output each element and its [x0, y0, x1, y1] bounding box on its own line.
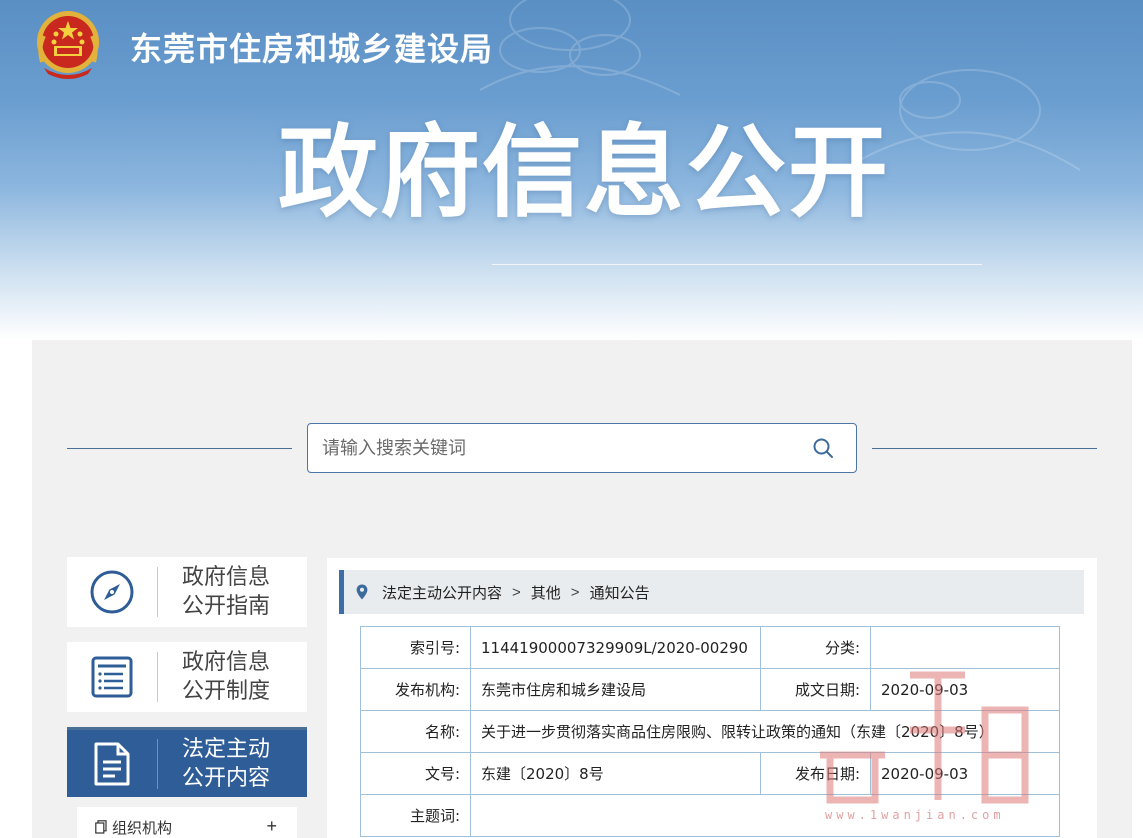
date-written-label: 成文日期: [760, 668, 871, 711]
expand-icon[interactable]: + [266, 816, 277, 837]
compass-icon [90, 570, 134, 614]
title-divider [492, 264, 982, 265]
name-value: 关于进一步贯彻落实商品住房限购、限转让政策的通知（东建〔2020〕8号） [470, 710, 1060, 753]
search-input[interactable] [322, 424, 792, 472]
table-row: 文号: 东建〔2020〕8号 发布日期: 2020-09-03 [360, 752, 1060, 795]
nav-statutory-disclosure[interactable]: 法定主动 公开内容 [67, 727, 307, 797]
table-row: 索引号: 11441900007329909L/2020-00290 分类: [360, 626, 1060, 669]
nav-label-line2: 公开制度 [182, 679, 271, 704]
search-box [307, 423, 857, 473]
breadcrumb-item[interactable]: 其他 [531, 582, 561, 603]
subnav-label: 组织机构 [112, 818, 173, 837]
nav-label-line1: 政府信息 [182, 650, 271, 675]
table-row: 发布机构: 东莞市住房和城乡建设局 成文日期: 2020-09-03 [360, 668, 1060, 711]
main-panel: 政府信息 公开指南 政府信息 公开制度 [32, 340, 1132, 838]
subnav-org-structure[interactable]: 组织机构 + [77, 807, 297, 838]
nav-separator [157, 567, 158, 617]
category-value [870, 626, 1060, 669]
publish-date-value: 2020-09-03 [870, 752, 1060, 795]
index-label: 索引号: [360, 626, 471, 669]
breadcrumb-item[interactable]: 法定主动公开内容 [382, 582, 502, 603]
search-icon[interactable] [812, 437, 834, 459]
breadcrumb: 法定主动公开内容 > 其他 > 通知公告 [339, 570, 1084, 614]
doc-number-value: 东建〔2020〕8号 [470, 752, 761, 795]
nav-separator [157, 652, 158, 702]
category-label: 分类: [760, 626, 871, 669]
content-panel: 法定主动公开内容 > 其他 > 通知公告 索引号: 11441900007329… [327, 558, 1097, 838]
topic-label: 主题词: [360, 794, 471, 837]
org-name: 东莞市住房和城乡建设局 [130, 30, 494, 68]
document-metadata-table: 索引号: 11441900007329909L/2020-00290 分类: 发… [360, 626, 1060, 837]
national-emblem-icon [37, 11, 99, 79]
nav-separator [157, 738, 158, 789]
header-banner: 东莞市住房和城乡建设局 政府信息公开 [0, 0, 1143, 340]
nav-icon-wrap [67, 642, 157, 712]
table-row: 名称: 关于进一步贯彻落实商品住房限购、限转让政策的通知（东建〔2020〕8号） [360, 710, 1060, 753]
publish-date-label: 发布日期: [760, 752, 871, 795]
search-divider-left [67, 448, 292, 449]
nav-icon-wrap [67, 557, 157, 627]
copy-document-icon [95, 820, 107, 834]
breadcrumb-separator-icon: > [512, 583, 521, 601]
nav-label: 政府信息 公开制度 [182, 648, 270, 706]
nav-label-line2: 公开内容 [182, 765, 271, 791]
search-divider-right [872, 448, 1097, 449]
location-pin-icon [356, 584, 368, 600]
nav-label: 政府信息 公开指南 [182, 563, 270, 621]
doc-number-label: 文号: [360, 752, 471, 795]
nav-label-line1: 政府信息 [182, 565, 271, 590]
breadcrumb-item[interactable]: 通知公告 [590, 582, 650, 603]
breadcrumb-separator-icon: > [570, 583, 580, 601]
nav-guide[interactable]: 政府信息 公开指南 [67, 557, 307, 627]
name-label: 名称: [360, 710, 471, 753]
page-title: 政府信息公开 [278, 114, 890, 231]
nav-icon-wrap [67, 729, 157, 799]
nav-label-line1: 法定主动 [182, 736, 271, 762]
nav-label: 法定主动 公开内容 [182, 735, 270, 793]
date-written-value: 2020-09-03 [870, 668, 1060, 711]
list-document-icon [91, 656, 133, 698]
watermark-text: www.1wanjian.com [825, 808, 1005, 822]
file-document-icon [94, 742, 130, 785]
nav-label-line2: 公开指南 [182, 594, 271, 619]
publisher-value: 东莞市住房和城乡建设局 [470, 668, 761, 711]
index-value: 11441900007329909L/2020-00290 [470, 626, 761, 669]
nav-system[interactable]: 政府信息 公开制度 [67, 642, 307, 712]
publisher-label: 发布机构: [360, 668, 471, 711]
